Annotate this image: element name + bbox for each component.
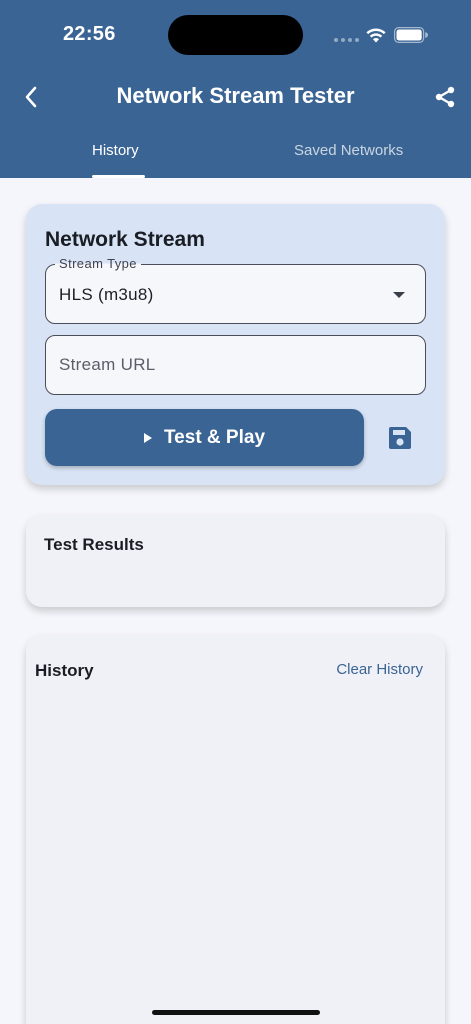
status-time: 22:56 bbox=[63, 23, 116, 45]
share-button[interactable] bbox=[430, 82, 460, 112]
app-header: 22:56 Network Stream Tester History Save… bbox=[0, 0, 471, 178]
floppy-disk-icon bbox=[389, 427, 411, 449]
home-indicator bbox=[152, 1010, 320, 1015]
stream-type-value: HLS (m3u8) bbox=[59, 285, 154, 304]
test-play-label: Test & Play bbox=[163, 426, 266, 448]
caret-down-icon bbox=[393, 292, 405, 298]
app-screen: 22:56 Network Stream Tester History Save… bbox=[0, 0, 471, 1024]
play-icon bbox=[143, 432, 152, 443]
test-play-button[interactable]: Test & Play bbox=[45, 409, 364, 466]
save-network-button[interactable] bbox=[385, 423, 415, 453]
battery-icon bbox=[394, 27, 428, 43]
dynamic-island bbox=[168, 15, 303, 55]
history-card: History Clear History bbox=[26, 635, 445, 1024]
stream-url-field[interactable] bbox=[45, 335, 426, 395]
test-results-card: Test Results bbox=[26, 515, 445, 607]
stream-type-label: Stream Type bbox=[55, 256, 141, 271]
tab-history[interactable]: History bbox=[92, 142, 139, 159]
network-stream-card: Network Stream Stream Type HLS (m3u8) Te… bbox=[26, 204, 445, 485]
history-title: History bbox=[35, 661, 94, 680]
tab-saved-networks[interactable]: Saved Networks bbox=[294, 142, 403, 159]
network-stream-title: Network Stream bbox=[45, 228, 205, 251]
cellular-signal-icon bbox=[334, 38, 359, 42]
status-bar: 22:56 bbox=[0, 0, 471, 70]
active-tab-indicator bbox=[92, 175, 145, 178]
page-title: Network Stream Tester bbox=[116, 83, 355, 108]
clear-history-button[interactable]: Clear History bbox=[336, 661, 423, 678]
stream-type-select[interactable]: Stream Type HLS (m3u8) bbox=[45, 256, 426, 324]
share-icon bbox=[435, 86, 455, 108]
navigation-bar: Network Stream Tester bbox=[0, 70, 471, 125]
stream-url-input[interactable] bbox=[59, 336, 414, 394]
back-button[interactable] bbox=[16, 82, 46, 112]
tab-bar: History Saved Networks bbox=[0, 130, 471, 178]
test-results-title: Test Results bbox=[44, 535, 144, 554]
chevron-left-icon bbox=[25, 86, 37, 108]
wifi-icon bbox=[366, 28, 386, 43]
